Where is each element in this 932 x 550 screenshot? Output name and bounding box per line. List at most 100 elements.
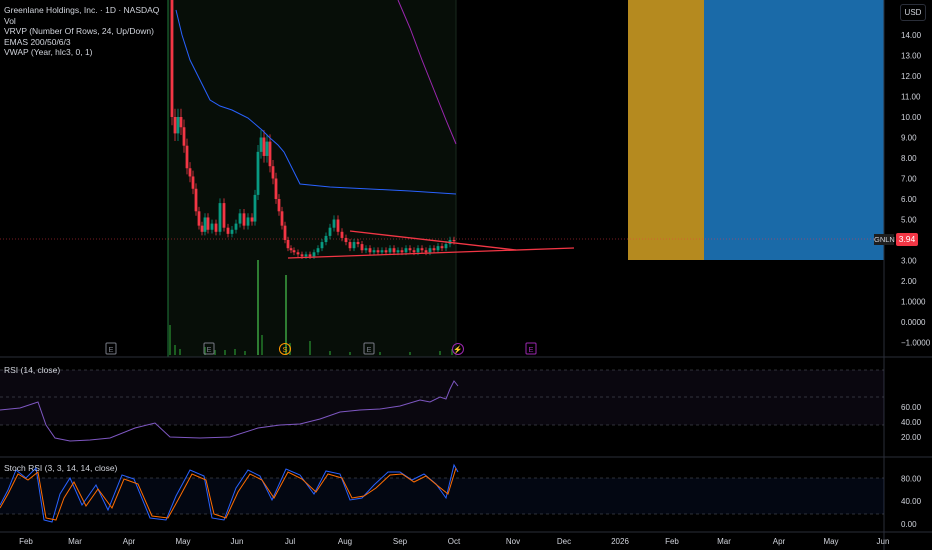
stoch-axis-label: 80.00 [901, 474, 922, 483]
candle-body [222, 203, 226, 228]
candle-body [420, 248, 424, 251]
volume-bar [174, 345, 176, 355]
rsi-axis-label: 40.00 [901, 418, 922, 427]
candle-body [372, 250, 376, 253]
volume-bar [244, 351, 246, 355]
candle-body [380, 250, 384, 253]
indicator-vrvp[interactable]: VRVP (Number Of Rows, 24, Up/Down) [4, 26, 159, 37]
volume-bar [309, 341, 311, 355]
candle-body [200, 225, 204, 232]
candle-body [265, 141, 269, 156]
candle-body [412, 250, 416, 253]
candle-body [360, 244, 364, 251]
candle-body [328, 227, 332, 236]
time-axis-label: Jun [231, 537, 244, 546]
news-marker-label: ⚡ [453, 345, 462, 354]
time-axis-label: Dec [557, 537, 571, 546]
rsi-label[interactable]: RSI (14, close) [4, 365, 60, 375]
candle-body [234, 223, 238, 230]
volume-bar [261, 335, 263, 355]
candle-body [424, 250, 428, 253]
price-axis-label: 7.00 [901, 175, 917, 184]
candle-body [268, 141, 272, 167]
candle-body [226, 227, 230, 234]
candle-body [179, 117, 183, 128]
candle-body [242, 213, 246, 226]
candle-body [206, 217, 210, 230]
volume-bar [285, 275, 287, 355]
symbol-price-tag: GNLN [874, 234, 895, 245]
candle-body [283, 225, 287, 240]
candle-body [384, 250, 388, 253]
candle-body [289, 248, 293, 251]
candle-body [364, 248, 368, 251]
candle-body [416, 248, 420, 253]
candle-body [400, 250, 404, 253]
rsi-axis-label: 20.00 [901, 433, 922, 442]
time-axis-label: Aug [338, 537, 352, 546]
session-highlight [168, 0, 456, 357]
chart-canvas[interactable]: 14.00 13.00 12.00 11.00 10.00 9.00 8.00 7.00 6.0… [0, 0, 932, 550]
indicator-vwap[interactable]: VWAP (Year, hlc3, 0, 1) [4, 47, 159, 58]
candle-body [210, 223, 214, 230]
candle-body [197, 211, 201, 226]
candle-body [408, 248, 412, 251]
time-axis-label: May [823, 537, 838, 546]
volume-bar [257, 260, 259, 355]
earnings-upcoming-marker-label: E [528, 345, 533, 354]
target-zone-blue [704, 0, 884, 260]
candle-body [253, 194, 257, 222]
candle-body [404, 248, 408, 253]
currency-button[interactable]: USD [900, 4, 926, 21]
candle-body [444, 244, 448, 249]
candle-body [396, 250, 400, 253]
price-axis-label: 9.00 [901, 134, 917, 143]
candle-body [262, 137, 266, 156]
split-marker-label: S [282, 345, 287, 354]
price-axis-label: 11.00 [901, 93, 921, 102]
symbol-title[interactable]: Greenlane Holdings, Inc. · 1D · NASDAQ [4, 5, 159, 16]
candle-body [316, 248, 320, 253]
candle-body [182, 127, 186, 146]
price-axis-label: 0.0000 [901, 318, 926, 327]
volume-bar [379, 352, 381, 355]
time-axis-label: Mar [68, 537, 82, 546]
rsi-axis-label: 60.00 [901, 403, 922, 412]
candle-body [428, 248, 432, 253]
price-axis-label: 10.00 [901, 113, 922, 122]
time-axis-label: Nov [506, 537, 520, 546]
candle-body [256, 151, 260, 195]
candle-body [440, 246, 444, 249]
volume-bar [329, 351, 331, 355]
price-axis-label: 12.00 [901, 72, 922, 81]
candle-body [336, 219, 340, 232]
candle-body [214, 223, 218, 232]
candle-body [277, 199, 281, 212]
price-axis-label: 14.00 [901, 31, 922, 40]
indicator-emas[interactable]: EMAS 200/50/6/3 [4, 37, 159, 48]
candle-body [286, 240, 290, 249]
price-axis-label: 13.00 [901, 52, 922, 61]
time-axis-label: Feb [665, 537, 679, 546]
candle-body [312, 252, 316, 257]
volume-bar [224, 350, 226, 355]
stoch-rsi-label[interactable]: Stoch RSI (3, 3, 14, 14, close) [4, 463, 117, 473]
candle-body [259, 137, 263, 152]
candle-body [274, 178, 278, 199]
stoch-band [0, 478, 884, 514]
candle-body [218, 203, 222, 232]
stoch-axis-label: 40.00 [901, 497, 922, 506]
candle-body [194, 188, 198, 212]
volume-bar [349, 352, 351, 355]
candle-body [170, 0, 174, 117]
volume-bar [234, 349, 236, 355]
time-axis-label: May [175, 537, 190, 546]
candle-body [352, 242, 356, 249]
time-axis-label: Jul [285, 537, 295, 546]
candle-body [250, 217, 254, 222]
candle-body [356, 242, 360, 245]
indicator-volume[interactable]: Vol [4, 16, 159, 27]
last-price-tag: 3.94 [896, 233, 918, 246]
price-axis-label: 8.00 [901, 154, 917, 163]
candle-body [392, 248, 396, 253]
